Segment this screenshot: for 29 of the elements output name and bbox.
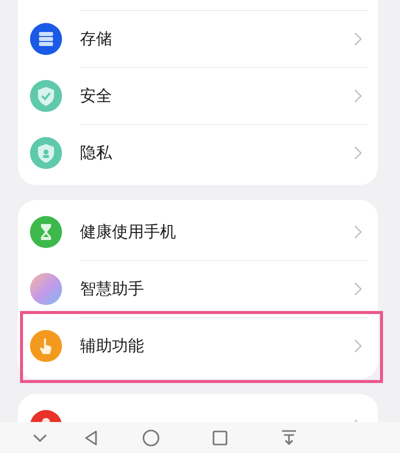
settings-row[interactable]: 隐私: [18, 124, 378, 181]
settings-row[interactable]: 辅助功能: [18, 317, 378, 374]
row-label: 隐私: [80, 142, 113, 164]
chevron-right-icon: [354, 224, 362, 238]
row-label: 存储: [80, 28, 113, 50]
shield-icon: [30, 80, 62, 112]
storage-icon: [30, 22, 62, 54]
row-label: 安全: [80, 84, 113, 106]
hourglass-icon: [30, 216, 62, 248]
gradient-orb-icon: [30, 272, 62, 304]
chevron-right-icon: [354, 282, 362, 296]
shield-icon: [30, 136, 62, 168]
row-label: 健康使用手机: [80, 220, 177, 242]
settings-row[interactable]: 存储: [18, 10, 378, 67]
home-icon[interactable]: [142, 428, 160, 446]
settings-row[interactable]: 安全: [18, 67, 378, 124]
settings-row[interactable]: 智慧助手: [18, 260, 378, 317]
settings-row[interactable]: 健康使用手机: [18, 203, 378, 260]
chevron-right-icon: [354, 146, 362, 160]
chevron-right-icon: [354, 32, 362, 46]
hand-icon: [30, 330, 62, 362]
chevron-down-icon[interactable]: [32, 432, 48, 442]
notification-pull-icon[interactable]: [280, 428, 298, 446]
recents-icon[interactable]: [212, 430, 228, 446]
chevron-right-icon: [354, 88, 362, 102]
row-label: 辅助功能: [80, 334, 145, 356]
chevron-right-icon: [354, 338, 362, 352]
back-icon[interactable]: [84, 430, 98, 446]
row-label: 智慧助手: [80, 278, 145, 300]
